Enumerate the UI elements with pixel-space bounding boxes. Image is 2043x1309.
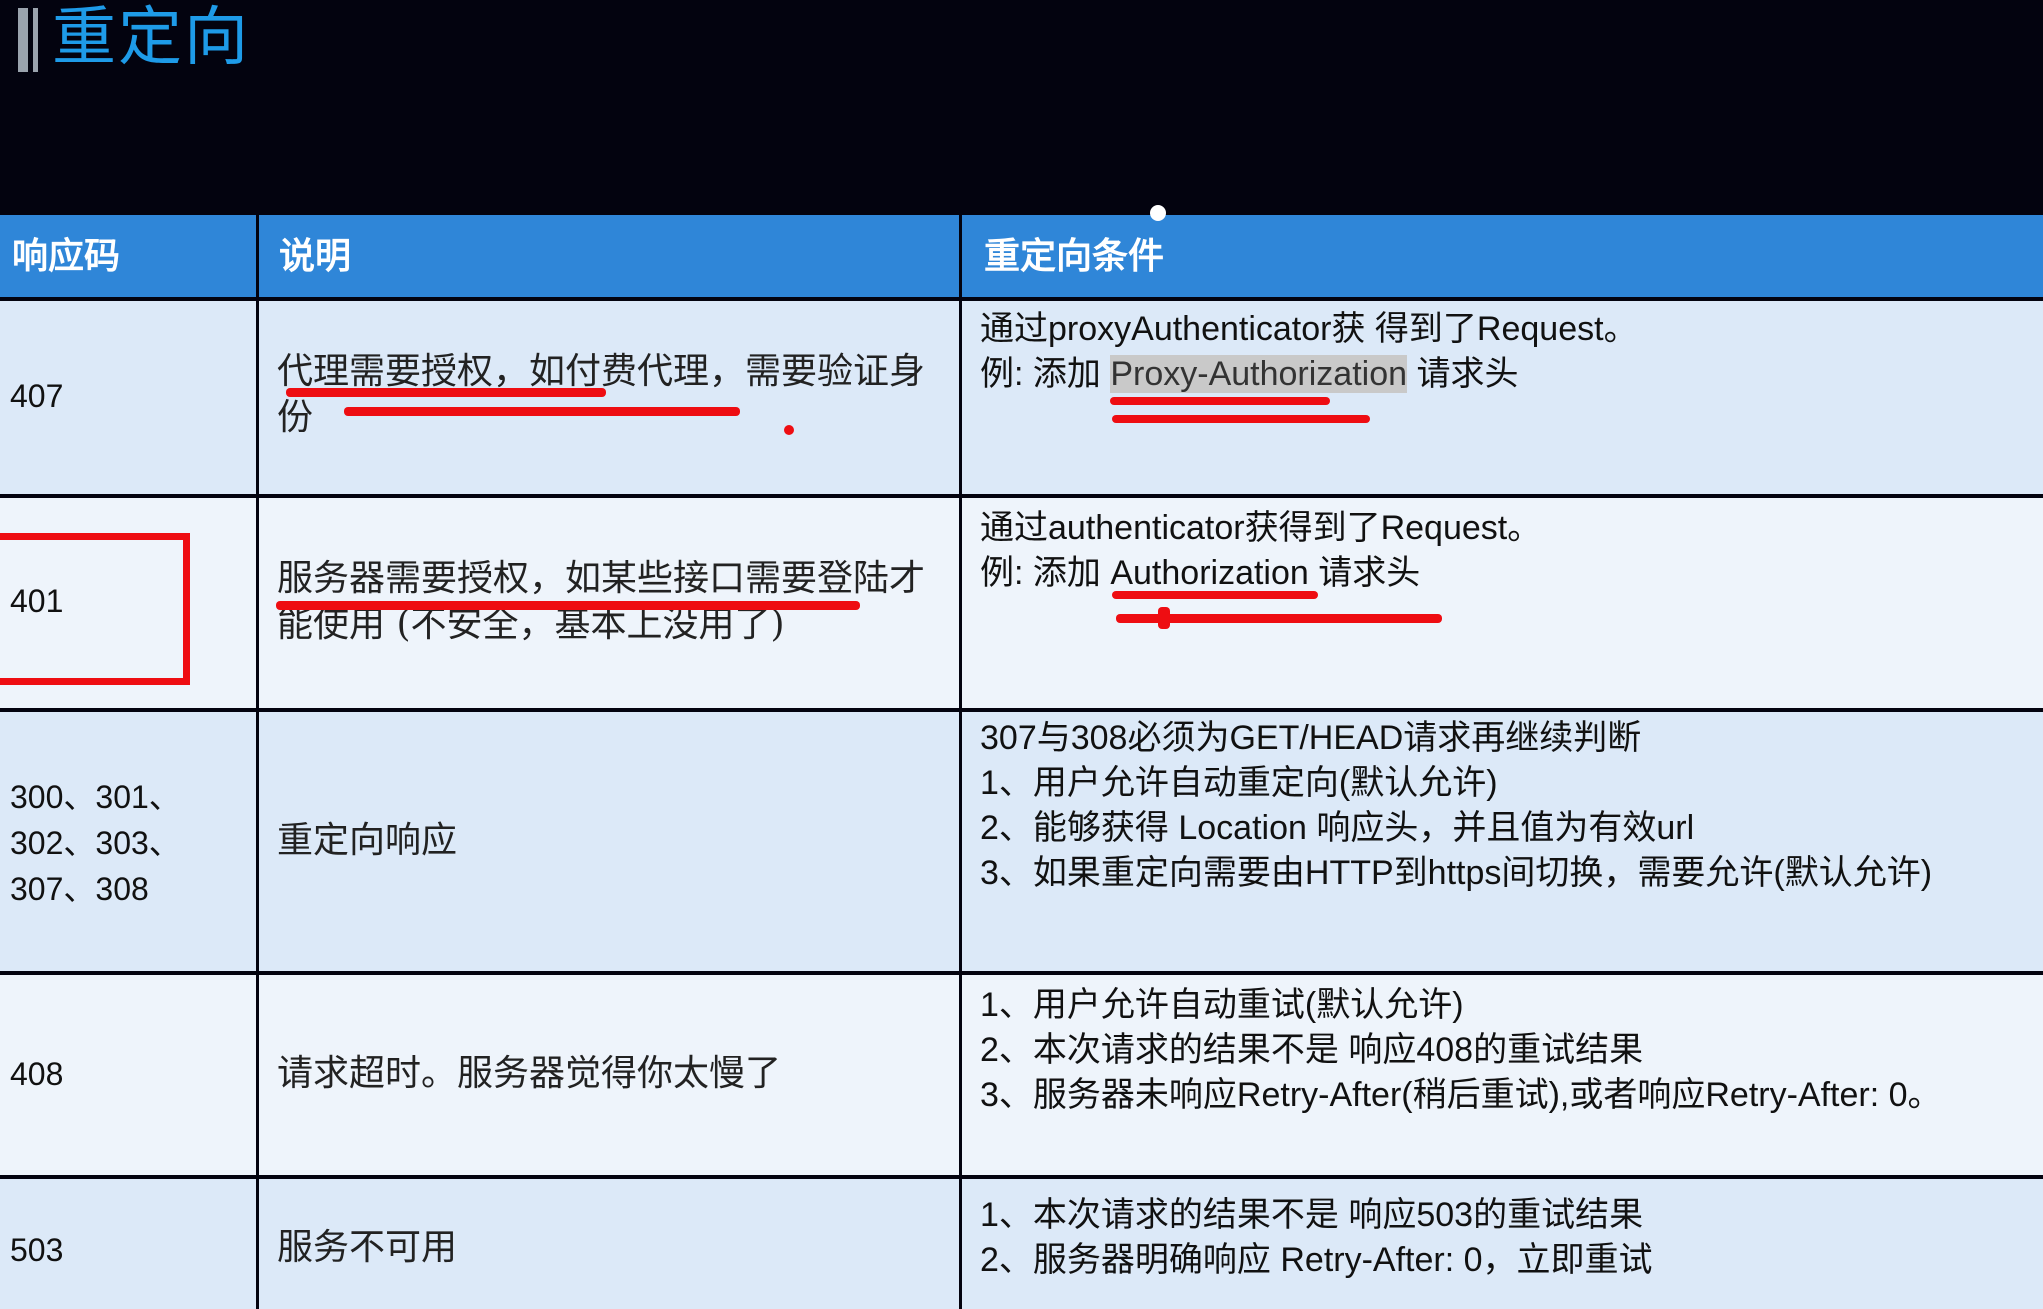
annotation-underline (1110, 397, 1330, 405)
status-code: 408 (10, 1056, 64, 1092)
condition-suffix: 请求头 (1407, 355, 1519, 393)
redirect-condition: 307与308必须为GET/HEAD请求再继续判断 1、用户允许自动重定向(默认… (980, 716, 2040, 896)
title-accent-bar (18, 8, 28, 72)
condition-line: 1、用户允许自动重定向(默认允许) (980, 764, 1498, 802)
cond-cell: 1、用户允许自动重试(默认允许) 2、本次请求的结果不是 响应408的重试结果 … (962, 975, 2043, 1175)
status-code: 407 (10, 378, 64, 414)
condition-line: 例: 添加 Authorization 请求头 (980, 551, 2040, 596)
header-cell-code: 响应码 (0, 215, 256, 297)
status-code-line: 302、303、 (10, 825, 181, 861)
table-row: 407 代理需要授权，如付费代理，需要验证身份 通过proxyAuthentic… (0, 301, 2043, 494)
redirect-condition: 1、用户允许自动重试(默认允许) 2、本次请求的结果不是 响应408的重试结果 … (980, 983, 2040, 1118)
code-cell: 503 (0, 1179, 256, 1309)
condition-line: 3、服务器未响应Retry-After(稍后重试),或者响应Retry-Afte… (980, 1076, 1942, 1114)
condition-prefix: 例: 添加 (980, 355, 1111, 393)
cond-cell: 通过authenticator获得到了Request。 例: 添加 Author… (962, 498, 2043, 708)
header-label-desc: 说明 (279, 235, 352, 277)
cond-cell: 307与308必须为GET/HEAD请求再继续判断 1、用户允许自动重定向(默认… (962, 712, 2043, 971)
code-cell: 408 (0, 975, 256, 1175)
title-accent-bar-thin (33, 8, 38, 72)
cursor-handle (1150, 205, 1166, 221)
table-row: 503 服务不可用 1、本次请求的结果不是 响应503的重试结果 2、服务器明确… (0, 1179, 2043, 1309)
condition-line: 例: 添加 Proxy-Authorization 请求头 (980, 352, 2040, 397)
page-title: 重定向 (52, 1, 250, 75)
condition-line: 3、如果重定向需要由HTTP到https间切换，需要允许(默认允许) (980, 854, 1933, 892)
annotation-stroke (1158, 607, 1170, 629)
condition-line: 2、本次请求的结果不是 响应408的重试结果 (980, 1031, 1644, 1069)
desc-cell: 服务不可用 (259, 1179, 959, 1309)
status-codes: 300、301、 302、303、 307、308 (10, 774, 181, 912)
annotation-underline (276, 601, 860, 610)
annotation-underline (1112, 591, 1318, 599)
desc-cell: 代理需要授权，如付费代理，需要验证身份 (259, 301, 959, 494)
condition-line: 2、服务器明确响应 Retry-After: 0，立即重试 (980, 1241, 1653, 1279)
annotation-underline (1112, 415, 1370, 423)
redirect-table: 响应码 说明 重定向条件 407 代理需要授权，如付费代理，需要验证身份 通过p… (0, 205, 2043, 1309)
condition-line: 通过authenticator获得到了Request。 (980, 509, 1542, 547)
status-description: 请求超时。服务器觉得你太慢了 (277, 1053, 782, 1094)
condition-suffix: 请求头 (1308, 554, 1421, 592)
code-cell: 300、301、 302、303、 307、308 (0, 712, 256, 971)
condition-line: 1、用户允许自动重试(默认允许) (980, 986, 1464, 1024)
status-description: 重定向响应 (277, 820, 458, 861)
desc-cell: 重定向响应 (259, 712, 959, 971)
table-row: 408 请求超时。服务器觉得你太慢了 1、用户允许自动重试(默认允许) 2、本次… (0, 975, 2043, 1175)
redirect-condition: 通过proxyAuthenticator获 得到了Request。 例: 添加 … (980, 307, 2040, 397)
header-label-cond: 重定向条件 (984, 235, 1165, 277)
header-cell-desc: 说明 (259, 215, 959, 297)
annotation-underline (344, 407, 740, 416)
header-cell-cond: 重定向条件 (962, 215, 2043, 297)
condition-line: 2、能够获得 Location 响应头，并且值为有效url (980, 809, 1695, 847)
status-code-line: 307、308 (10, 871, 149, 907)
redirect-condition: 1、本次请求的结果不是 响应503的重试结果 2、服务器明确响应 Retry-A… (980, 1193, 2040, 1283)
condition-line: 通过proxyAuthenticator获 得到了Request。 (980, 310, 1638, 348)
table-header-row: 响应码 说明 重定向条件 (0, 215, 2043, 297)
code-cell: 407 (0, 301, 256, 494)
redirect-condition: 通过authenticator获得到了Request。 例: 添加 Author… (980, 506, 2040, 596)
header-name: Authorization (1110, 554, 1309, 592)
header-label-code: 响应码 (12, 235, 121, 277)
condition-line: 307与308必须为GET/HEAD请求再继续判断 (980, 719, 1642, 757)
condition-prefix: 例: 添加 (980, 554, 1111, 592)
status-code-line: 300、301、 (10, 779, 181, 815)
table-row: 300、301、 302、303、 307、308 重定向响应 307与308必… (0, 712, 2043, 971)
annotation-box (0, 533, 190, 685)
cond-cell: 1、本次请求的结果不是 响应503的重试结果 2、服务器明确响应 Retry-A… (962, 1179, 2043, 1309)
annotation-dot (784, 425, 794, 435)
title-bar: 重定向 (0, 0, 2043, 215)
status-description: 服务不可用 (277, 1227, 458, 1268)
status-code: 503 (10, 1232, 64, 1268)
condition-line: 1、本次请求的结果不是 响应503的重试结果 (980, 1196, 1644, 1234)
desc-cell: 请求超时。服务器觉得你太慢了 (259, 975, 959, 1175)
annotation-underline (286, 388, 606, 397)
highlighted-header-name: Proxy-Authorization (1110, 355, 1408, 393)
